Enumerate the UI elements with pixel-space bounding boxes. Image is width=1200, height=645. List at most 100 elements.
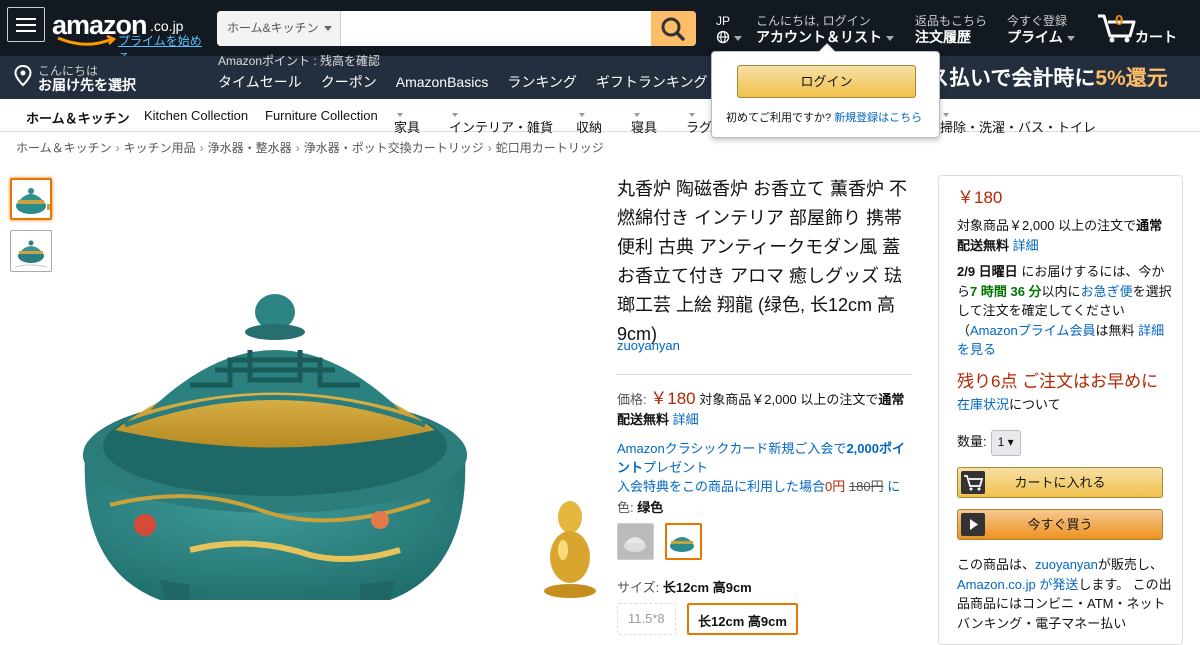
- cart-button[interactable]: カート: [1096, 10, 1186, 46]
- breadcrumb-item[interactable]: キッチン用品: [124, 141, 196, 155]
- price-block: 価格: ￥180 対象商品￥2,000 以上の注文で通常配送無料 詳細: [617, 389, 917, 430]
- size-label: サイズ: 长12cm 高9cm: [617, 577, 752, 596]
- menu-button[interactable]: [7, 7, 45, 42]
- nav-link-ranking[interactable]: ランキング: [507, 74, 577, 90]
- prime-menu[interactable]: 今すぐ登録 プライム: [1007, 14, 1075, 46]
- color-swatch-1[interactable]: [617, 523, 654, 560]
- cart-count: 0: [1115, 12, 1124, 29]
- account-menu[interactable]: こんにちは, ログイン アカウント＆リスト: [756, 14, 894, 46]
- cart-icon: [961, 471, 985, 494]
- nav-link-amazonbasics[interactable]: AmazonBasics: [396, 74, 489, 90]
- size-option-1[interactable]: 11.5*8: [617, 603, 676, 635]
- size-option-2[interactable]: 长12cm 高9cm: [687, 603, 798, 635]
- size-value: 长12cm 高9cm: [662, 580, 752, 595]
- buybox-details-link[interactable]: 詳細: [1013, 238, 1039, 253]
- subnav-label: インテリア・雑貨: [449, 120, 554, 135]
- account-greeting: こんにちは, ログイン: [756, 14, 871, 28]
- add-to-cart-label: カートに入れる: [1014, 475, 1106, 490]
- breadcrumb-item[interactable]: ホーム＆キッチン: [16, 141, 112, 155]
- color-label: 色: 绿色: [617, 497, 663, 516]
- buy-now-label: 今すぐ買う: [1027, 517, 1093, 532]
- subnav-kitchen-collection[interactable]: Kitchen Collection: [144, 108, 248, 123]
- search-category-label: ホーム&キッチン: [227, 21, 319, 35]
- thumbnail-1[interactable]: [10, 178, 52, 220]
- color-value: 绿色: [637, 500, 664, 515]
- hamburger-icon: [16, 18, 36, 20]
- nav-link-timesale[interactable]: タイムセール: [218, 74, 302, 90]
- quantity-label: 数量:: [957, 434, 987, 449]
- breadcrumb-item[interactable]: 浄水器・整水器: [208, 141, 292, 155]
- prime-label: プライム: [1007, 29, 1063, 45]
- top-nav: amazon .co.jp プライムを始める ホーム&キッチン JP こんにちは…: [0, 0, 1200, 65]
- card-zero: 0円: [825, 479, 846, 494]
- orders-label: 注文履歴: [915, 29, 971, 45]
- chevron-down-icon: [324, 26, 332, 35]
- chevron-right-icon: ›: [487, 141, 492, 155]
- subnav-bedding[interactable]: 寝具: [631, 108, 657, 135]
- language-code: JP: [716, 14, 731, 28]
- seller-text: この商品は、: [957, 557, 1036, 572]
- incense-burner-thumb: [16, 188, 50, 214]
- delivery-text: 以内に: [1041, 283, 1081, 299]
- card-text: プレゼント: [643, 460, 709, 475]
- chevron-down-icon: [734, 35, 742, 45]
- subnav-rug[interactable]: ラグ: [686, 108, 712, 135]
- fulfilment-link[interactable]: Amazon.co.jp が発送: [957, 577, 1078, 592]
- brand-link[interactable]: zuoyanyan: [617, 338, 680, 353]
- quantity-select[interactable]: 1 ▾: [990, 430, 1021, 456]
- delivery-info: 2/9 日曜日 にお届けするには、今から7 時間 36 分以内にお急ぎ便を選択し…: [957, 262, 1172, 360]
- chevron-down-icon: [886, 35, 894, 45]
- card-text: 入会特典をこの商品に利用した場合: [617, 479, 826, 494]
- promo-banner[interactable]: ス払いで会計時に5%還元: [928, 62, 1168, 92]
- stock-status-link[interactable]: 在庫状況: [957, 397, 1009, 412]
- stock-tail: について: [1009, 397, 1061, 412]
- buy-now-button[interactable]: 今すぐ買う: [957, 509, 1163, 540]
- buybox-shipping-text: 対象商品￥2,000 以上の注文で: [957, 218, 1137, 233]
- search-category-select[interactable]: ホーム&キッチン: [217, 11, 341, 46]
- add-to-cart-button[interactable]: カートに入れる: [957, 467, 1163, 498]
- chevron-right-icon: ›: [199, 141, 204, 155]
- points-link[interactable]: Amazonポイント : 残高を確認: [218, 52, 380, 69]
- login-button[interactable]: ログイン: [737, 65, 916, 98]
- seller-text: が販売し、: [1097, 557, 1163, 572]
- size-label-text: サイズ:: [617, 580, 660, 595]
- search-input[interactable]: [342, 11, 651, 46]
- subnav-furniture[interactable]: 家具: [394, 108, 420, 135]
- amazon-logo[interactable]: amazon .co.jp プライムを始める: [52, 8, 212, 65]
- express-link[interactable]: お急ぎ便: [1081, 284, 1133, 299]
- subnav-home-kitchen[interactable]: ホーム＆キッチン: [26, 108, 130, 127]
- orders-link[interactable]: 返品もこちら 注文履歴: [915, 14, 987, 46]
- subnav-furniture-collection[interactable]: Furniture Collection: [265, 108, 378, 123]
- green-burner-swatch: [670, 537, 694, 552]
- breadcrumb-item[interactable]: 浄水器・ポット交換カートリッジ: [304, 141, 484, 155]
- search-button[interactable]: [651, 11, 696, 46]
- subnav-label: ラグ: [686, 120, 713, 135]
- card-promo[interactable]: Amazonクラシックカード新規ご入会で2,000ポイントプレゼント 入会特典を…: [617, 439, 912, 496]
- product-title: 丸香炉 陶磁香炉 お香立て 薫香炉 不燃綿付き インテリア 部屋飾り 携帯便利 …: [617, 179, 908, 344]
- subnav-interior[interactable]: インテリア・雑貨: [449, 108, 553, 135]
- language-selector[interactable]: JP: [716, 14, 742, 46]
- buybox-shipping: 対象商品￥2,000 以上の注文で通常配送無料 詳細: [957, 216, 1172, 255]
- silver-burner-swatch: [618, 524, 653, 559]
- search-icon: [661, 17, 685, 41]
- nav-links: タイムセールクーポンAmazonBasicsランキングギフトランキング新: [218, 72, 760, 92]
- deliver-label: お届け先を選択: [38, 77, 136, 93]
- stock-info: 在庫状況について: [957, 395, 1172, 415]
- delivery-countdown: 7 時間 36 分: [970, 283, 1042, 299]
- category-subnav: ホーム＆キッチン Kitchen Collection Furniture Co…: [0, 99, 1200, 135]
- prime-member-link[interactable]: Amazonプライム会員: [970, 323, 1095, 338]
- subnav-cleaning[interactable]: 掃除・洗濯・バス・トイレ: [940, 108, 1096, 135]
- breadcrumb-item[interactable]: 蛇口用カートリッジ: [496, 141, 604, 155]
- shipping-details-link[interactable]: 詳細: [673, 412, 699, 427]
- product-main-image[interactable]: [50, 250, 510, 630]
- color-swatch-2[interactable]: [665, 523, 702, 560]
- subnav-storage[interactable]: 収納: [576, 108, 602, 135]
- nav-link-coupon[interactable]: クーポン: [321, 74, 377, 90]
- thumbnail-2[interactable]: [10, 230, 52, 272]
- register-link[interactable]: 新規登録はこちら: [834, 112, 922, 124]
- smile-arrow-icon: [57, 34, 117, 46]
- orders-small: 返品もこちら: [915, 14, 988, 28]
- nav-link-gift-ranking[interactable]: ギフトランキング: [596, 74, 708, 90]
- seller-link[interactable]: zuoyanyan: [1035, 557, 1098, 572]
- quantity-selector: 数量: 1 ▾: [957, 430, 1021, 456]
